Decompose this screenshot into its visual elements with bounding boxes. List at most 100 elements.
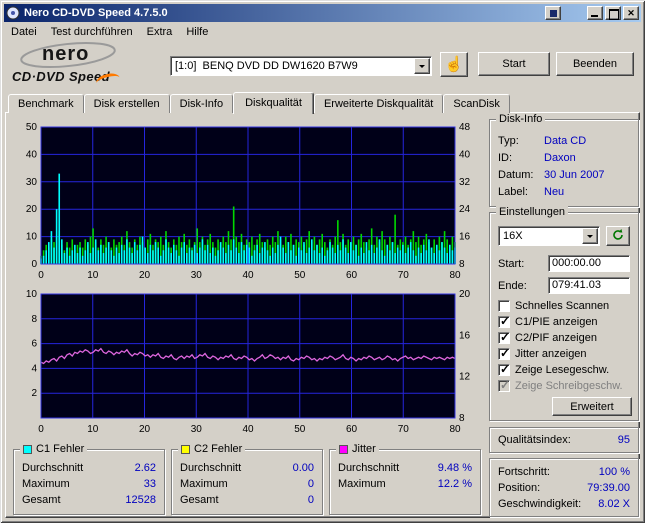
tab-disk-info[interactable]: Disk-Info — [169, 94, 234, 113]
scan-speed-select[interactable]: 16X — [498, 226, 600, 246]
jitter-legend-group: Jitter Durchschnitt 9.48 % Maximum 12.2 … — [329, 443, 481, 515]
checkbox-zeige-schreibgeschw: Zeige Schreibgeschw. — [498, 378, 634, 393]
svg-text:2: 2 — [31, 388, 37, 399]
svg-text:40: 40 — [242, 270, 254, 281]
svg-text:20: 20 — [139, 424, 151, 435]
settings-group: Einstellungen 16X Start: 000:00.00 Ende:… — [489, 206, 639, 421]
svg-text:0: 0 — [31, 259, 37, 270]
progress-row: Fortschritt: 100 % — [498, 466, 630, 478]
advanced-button[interactable]: Erweitert — [552, 397, 632, 416]
disk-info-group: Disk-Info Typ: Data CD ID: Daxon Datum: … — [489, 113, 639, 207]
end-time-field[interactable]: 079:41.03 — [548, 277, 630, 294]
svg-text:20: 20 — [139, 270, 151, 281]
svg-text:40: 40 — [26, 149, 38, 160]
settings-title: Einstellungen — [496, 206, 569, 219]
checkbox-c2-pif-anzeigen[interactable]: C2/PIF anzeigen — [498, 330, 634, 345]
svg-text:50: 50 — [26, 122, 38, 133]
jitter-color-swatch — [339, 445, 348, 454]
start-time-label: Start: — [498, 258, 525, 270]
nero-logo-product: CD·DVD Speed — [12, 69, 110, 84]
svg-text:12: 12 — [459, 372, 471, 383]
checkbox-icon — [498, 330, 510, 344]
svg-text:16: 16 — [459, 330, 471, 341]
svg-text:40: 40 — [459, 149, 471, 160]
drive-select-value: [1:0] BENQ DVD DD DW1620 B7W9 — [175, 60, 358, 72]
disk-info-title: Disk-Info — [496, 113, 546, 126]
speed-row: Geschwindigkeit: 8.02 X — [498, 498, 630, 510]
jitter-legend-title: Jitter — [336, 443, 379, 456]
start-time-field[interactable]: 000:00.00 — [548, 255, 630, 272]
checkbox-c1-pie-anzeigen[interactable]: C1/PIE anzeigen — [498, 314, 634, 329]
disk-info-row-id: ID: Daxon — [498, 152, 576, 164]
svg-text:30: 30 — [191, 424, 203, 435]
svg-text:60: 60 — [346, 270, 358, 281]
disk-info-row-datum: Datum: 30 Jun 2007 — [498, 169, 605, 181]
position-row: Position: 79:39.00 — [498, 482, 630, 494]
svg-text:50: 50 — [294, 424, 306, 435]
tab-strip: Benchmark Disk erstellen Disk-Info Diskq… — [8, 91, 510, 114]
svg-text:60: 60 — [346, 424, 358, 435]
app-icon — [6, 6, 20, 20]
c1-legend-group: C1 Fehler Durchschnitt 2.62 Maximum 33 G… — [13, 443, 165, 515]
c1-max-row: Maximum 33 — [22, 478, 156, 490]
checkbox-zeige-lesegeschw[interactable]: Zeige Lesegeschw. — [498, 362, 634, 377]
svg-text:0: 0 — [38, 270, 44, 281]
refresh-button[interactable] — [606, 226, 630, 246]
drive-select[interactable]: [1:0] BENQ DVD DD DW1620 B7W9 — [170, 56, 432, 76]
menu-bar: Datei Test durchführen Extra Hilfe — [4, 23, 641, 41]
chevron-down-icon[interactable] — [414, 58, 430, 74]
app-window: Nero CD-DVD Speed 4.7.5.0 Datei Test dur… — [0, 0, 645, 523]
titlebar: Nero CD-DVD Speed 4.7.5.0 — [4, 4, 641, 22]
svg-text:48: 48 — [459, 122, 471, 133]
c2-color-swatch — [181, 445, 190, 454]
start-button[interactable]: Start — [478, 52, 550, 76]
checkbox-icon — [498, 362, 510, 376]
scan-speed-value: 16X — [503, 230, 523, 242]
checkbox-icon — [498, 378, 510, 392]
c1-total-row: Gesamt 12528 — [22, 494, 156, 506]
svg-text:24: 24 — [459, 204, 471, 215]
svg-text:30: 30 — [191, 270, 203, 281]
hand-button[interactable]: ☝ — [440, 52, 468, 77]
tab-scandisk[interactable]: ScanDisk — [443, 94, 510, 113]
progress-box: Fortschritt: 100 % Position: 79:39.00 Ge… — [489, 458, 639, 517]
menu-item-extra[interactable]: Extra — [140, 24, 180, 40]
quality-index-box: Qualitätsindex: 95 — [489, 427, 639, 453]
menu-item-test-durchfuehren[interactable]: Test durchführen — [44, 24, 140, 40]
tab-disk-erstellen[interactable]: Disk erstellen — [83, 94, 170, 113]
maximize-button[interactable] — [605, 6, 621, 20]
checkbox-jitter-anzeigen[interactable]: Jitter anzeigen — [498, 346, 634, 361]
jitter-max-row: Maximum 12.2 % — [338, 478, 472, 490]
end-time-label: Ende: — [498, 280, 527, 292]
disk-info-row-typ: Typ: Data CD — [498, 135, 587, 147]
svg-text:30: 30 — [26, 177, 38, 188]
tab-benchmark[interactable]: Benchmark — [8, 94, 84, 113]
checkbox-schnelles-scannen[interactable]: Schnelles Scannen — [498, 299, 634, 313]
c2-avg-row: Durchschnitt 0.00 — [180, 462, 314, 474]
checkbox-icon — [498, 314, 510, 328]
menu-item-hilfe[interactable]: Hilfe — [179, 24, 215, 40]
quit-button[interactable]: Beenden — [556, 52, 634, 76]
svg-text:70: 70 — [398, 424, 410, 435]
jitter-avg-row: Durchschnitt 9.48 % — [338, 462, 472, 474]
checkbox-icon — [498, 300, 510, 312]
svg-text:16: 16 — [459, 232, 471, 243]
c2-max-row: Maximum 0 — [180, 478, 314, 490]
svg-text:10: 10 — [26, 232, 38, 243]
svg-text:80: 80 — [449, 424, 461, 435]
svg-text:40: 40 — [242, 424, 254, 435]
svg-text:10: 10 — [87, 270, 99, 281]
jitter-chart: 2 4 6 8 10 8 12 16 20 0 10 20 30 40 50 60 70 80 — [26, 289, 471, 435]
chevron-down-icon[interactable] — [582, 228, 598, 244]
menu-item-datei[interactable]: Datei — [4, 24, 44, 40]
close-button[interactable] — [623, 6, 639, 20]
svg-text:8: 8 — [459, 259, 465, 270]
tab-diskqualitaet[interactable]: Diskqualität — [233, 92, 314, 114]
minimize-button[interactable] — [587, 6, 603, 20]
svg-text:70: 70 — [398, 270, 410, 281]
svg-text:50: 50 — [294, 270, 306, 281]
c2-total-row: Gesamt 0 — [180, 494, 314, 506]
tab-erweiterte-diskqualitaet[interactable]: Erweiterte Diskqualität — [313, 94, 444, 113]
window-title: Nero CD-DVD Speed 4.7.5.0 — [24, 7, 168, 19]
svg-text:6: 6 — [31, 339, 37, 350]
